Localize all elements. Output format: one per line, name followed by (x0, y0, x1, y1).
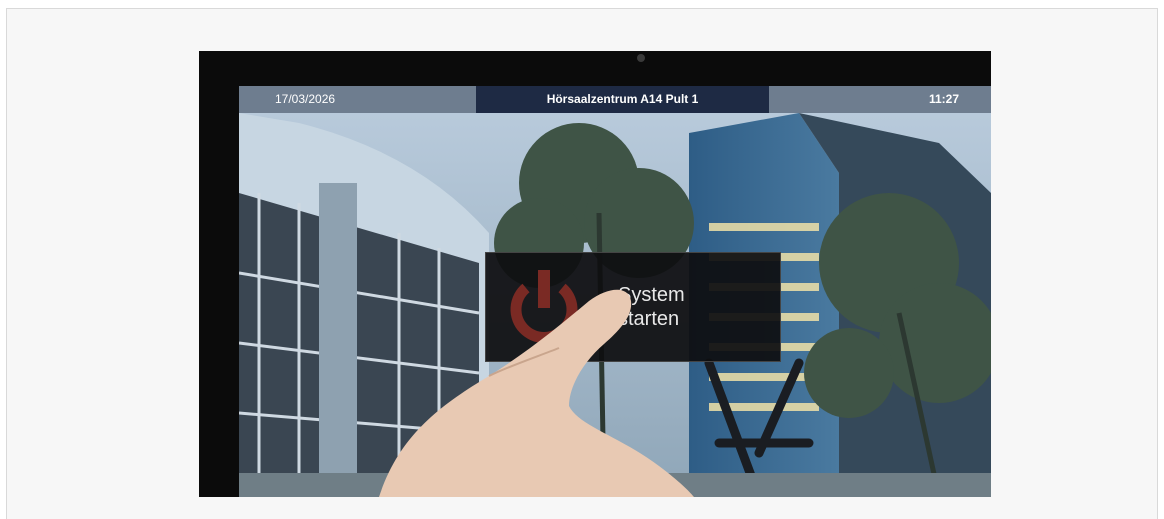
clock-label: 11:27 (928, 92, 959, 106)
power-icon (510, 270, 578, 343)
touch-panel-device: 17/03/2026 Hörsaalzentrum A14 Pult 1 11:… (199, 51, 991, 497)
system-start-label: System starten (618, 284, 685, 330)
room-label: Hörsaalzentrum A14 Pult 1 (476, 86, 769, 113)
camera-icon (637, 54, 645, 62)
system-start-button[interactable]: System starten (485, 252, 781, 362)
status-bar: 17/03/2026 Hörsaalzentrum A14 Pult 1 11:… (239, 86, 991, 113)
date-label: 17/03/2026 (275, 92, 336, 106)
photo-frame: 17/03/2026 Hörsaalzentrum A14 Pult 1 11:… (6, 8, 1158, 519)
touch-screen: 17/03/2026 Hörsaalzentrum A14 Pult 1 11:… (239, 86, 991, 497)
